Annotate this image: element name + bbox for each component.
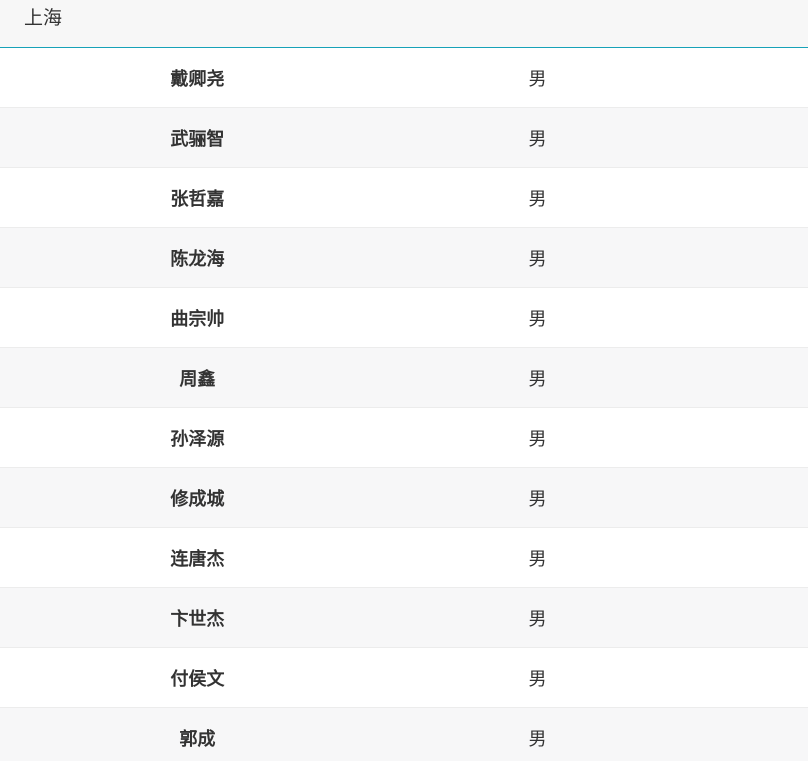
student-name: 曲宗帅 <box>170 308 225 330</box>
table-row[interactable]: 修成城 男 <box>0 468 808 528</box>
table-row[interactable]: 武骊智 男 <box>0 108 808 168</box>
student-name: 戴卿尧 <box>170 68 225 90</box>
student-gender: 男 <box>528 248 547 270</box>
table-row[interactable]: 戴卿尧 男 <box>0 48 808 108</box>
student-gender: 男 <box>528 368 547 390</box>
student-gender: 男 <box>528 188 547 210</box>
student-name: 孙泽源 <box>170 428 225 450</box>
student-name: 修成城 <box>170 488 225 510</box>
student-table: 戴卿尧 男 武骊智 男 张哲嘉 男 陈龙海 男 曲宗帅 男 周鑫 男 孙泽源 男… <box>0 48 808 761</box>
student-gender: 男 <box>528 488 547 510</box>
table-row[interactable]: 孙泽源 男 <box>0 408 808 468</box>
student-gender: 男 <box>528 668 547 690</box>
table-row[interactable]: 陈龙海 男 <box>0 228 808 288</box>
student-name: 卞世杰 <box>170 608 225 630</box>
group-header: 上海 <box>0 0 808 48</box>
student-gender: 男 <box>528 128 547 150</box>
student-name: 陈龙海 <box>170 248 225 270</box>
student-name: 连唐杰 <box>170 548 225 570</box>
table-row[interactable]: 郭成 男 <box>0 708 808 761</box>
group-title: 上海 <box>24 7 63 29</box>
table-row[interactable]: 连唐杰 男 <box>0 528 808 588</box>
table-row[interactable]: 卞世杰 男 <box>0 588 808 648</box>
student-gender: 男 <box>528 608 547 630</box>
table-row[interactable]: 周鑫 男 <box>0 348 808 408</box>
student-name: 郭成 <box>179 728 216 750</box>
student-gender: 男 <box>528 728 547 750</box>
student-name: 张哲嘉 <box>170 188 225 210</box>
table-row[interactable]: 张哲嘉 男 <box>0 168 808 228</box>
student-gender: 男 <box>528 308 547 330</box>
student-gender: 男 <box>528 428 547 450</box>
table-row[interactable]: 曲宗帅 男 <box>0 288 808 348</box>
student-gender: 男 <box>528 548 547 570</box>
student-gender: 男 <box>528 68 547 90</box>
student-name: 周鑫 <box>179 368 216 390</box>
student-name: 付侯文 <box>170 668 225 690</box>
student-name: 武骊智 <box>170 128 225 150</box>
table-row[interactable]: 付侯文 男 <box>0 648 808 708</box>
